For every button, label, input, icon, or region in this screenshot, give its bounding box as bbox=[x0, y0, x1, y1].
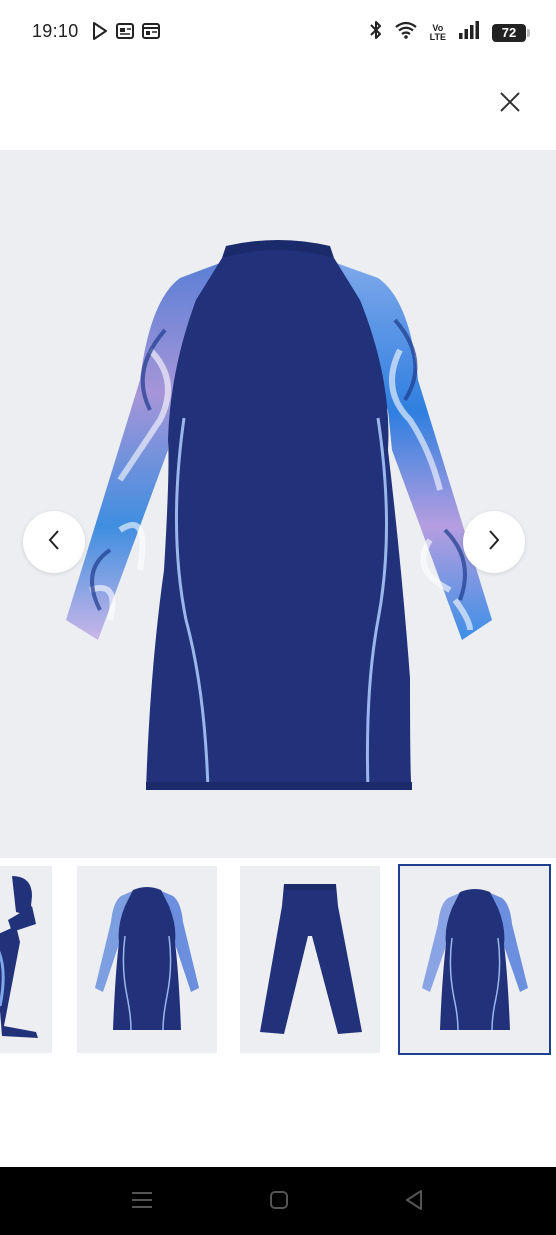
thumbnail-tunic-back-image bbox=[422, 889, 528, 1031]
news-icon bbox=[142, 23, 160, 44]
thumbnail-tunic-front-image bbox=[95, 887, 199, 1031]
battery-icon: 72 bbox=[492, 23, 530, 42]
wifi-icon bbox=[394, 21, 418, 44]
close-button[interactable] bbox=[492, 86, 528, 122]
thumbnail-hood-and-tunic[interactable] bbox=[0, 866, 52, 1053]
system-navigation-bar bbox=[0, 1167, 556, 1235]
next-image-button[interactable] bbox=[463, 511, 525, 573]
status-left-icons bbox=[92, 22, 160, 45]
thumbnail-tunic-front[interactable] bbox=[77, 866, 217, 1053]
play-store-icon bbox=[92, 22, 108, 45]
previous-image-button[interactable] bbox=[23, 511, 85, 573]
chevron-left-icon bbox=[47, 529, 61, 556]
status-bar: 19:10 Vo LTE 72 bbox=[0, 0, 556, 64]
news-icon bbox=[116, 23, 134, 44]
main-product-image[interactable] bbox=[0, 150, 556, 858]
thumbnail-tunic-back[interactable] bbox=[398, 864, 551, 1055]
menu-icon bbox=[131, 1191, 153, 1214]
thumbnail-hood-and-tunic-image bbox=[0, 876, 38, 1038]
thumbnail-pants-image bbox=[260, 884, 362, 1034]
swim-tunic-back-image bbox=[66, 240, 492, 791]
back-triangle-icon bbox=[404, 1189, 424, 1216]
status-right-icons: Vo LTE 72 bbox=[369, 20, 530, 45]
home-button[interactable] bbox=[264, 1187, 294, 1217]
thumbnail-pants[interactable] bbox=[240, 866, 380, 1053]
chevron-right-icon bbox=[487, 529, 501, 556]
status-time: 19:10 bbox=[32, 21, 79, 41]
signal-icon bbox=[458, 21, 480, 44]
recents-button[interactable] bbox=[127, 1187, 157, 1217]
volte-icon: Vo LTE bbox=[429, 23, 446, 42]
volte-bottom-label: LTE bbox=[429, 31, 446, 42]
thumbnail-strip[interactable] bbox=[0, 864, 556, 1056]
back-button[interactable] bbox=[399, 1187, 429, 1217]
close-icon bbox=[499, 91, 521, 118]
home-icon bbox=[269, 1190, 289, 1215]
bluetooth-icon bbox=[369, 20, 382, 45]
